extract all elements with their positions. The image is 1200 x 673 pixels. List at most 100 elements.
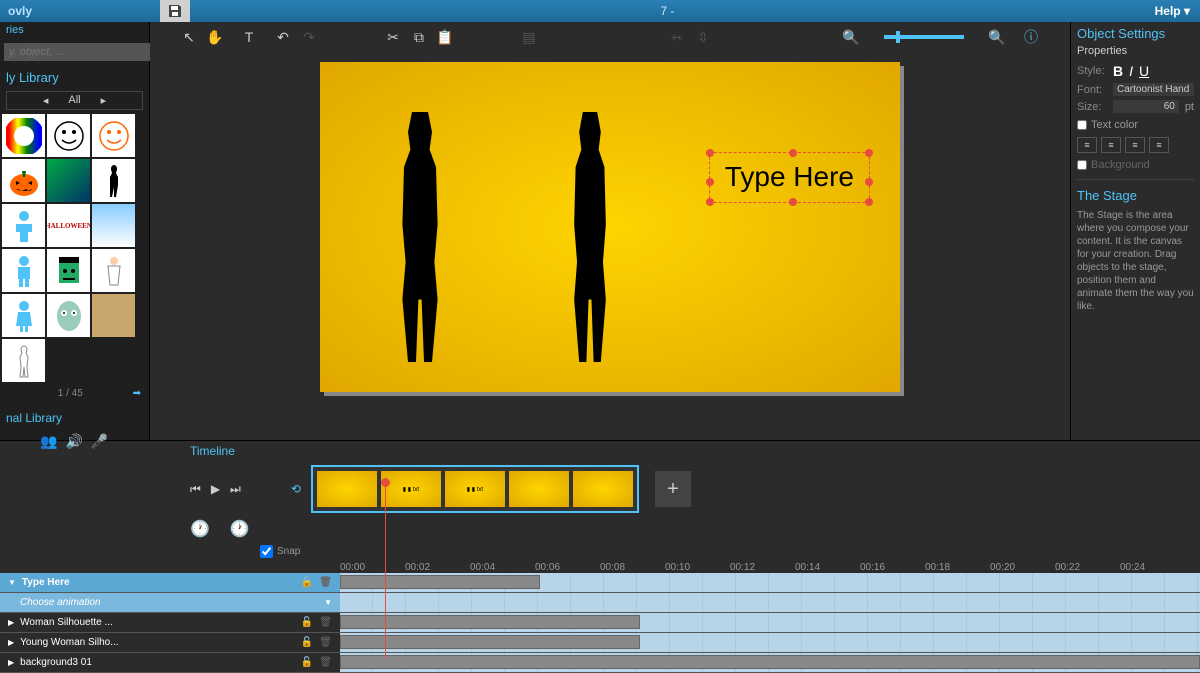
lock-icon[interactable]: 🔓 — [301, 617, 313, 628]
zoom-out-button[interactable]: 🔍 — [842, 28, 860, 46]
hand-tool[interactable]: ✋ — [206, 28, 224, 46]
forward-button[interactable]: ⏭ — [230, 482, 241, 497]
next-page-icon[interactable]: ➡ — [133, 388, 141, 399]
lib-item-zombie[interactable] — [47, 294, 90, 337]
paste-button[interactable]: 📋 — [436, 28, 454, 46]
lib-item-texture[interactable] — [92, 294, 135, 337]
text-object[interactable]: Type Here — [709, 152, 870, 203]
keyframe-strip: ▮ ▮ txt ▮ ▮ txt — [311, 465, 639, 513]
font-select[interactable]: Cartoonist Hand — [1113, 83, 1194, 96]
text-tool[interactable]: T — [240, 28, 258, 46]
background-checkbox[interactable] — [1077, 160, 1087, 170]
rewind-button[interactable]: ⏮ — [190, 482, 201, 497]
lib-item-woman-outline[interactable] — [2, 339, 45, 382]
playhead[interactable] — [385, 478, 386, 658]
woman-silhouette-1[interactable] — [380, 112, 460, 362]
lib-item-person-icon[interactable] — [2, 249, 45, 292]
project-title: 7 - — [190, 4, 1145, 18]
redo-button[interactable]: ↷ — [300, 28, 318, 46]
italic-button[interactable]: I — [1129, 63, 1133, 79]
sidebar-tab[interactable]: ries — [0, 22, 149, 38]
search-input[interactable] — [4, 43, 157, 61]
panel-title: Object Settings — [1077, 26, 1194, 41]
add-keyframe-button[interactable]: + — [655, 471, 691, 507]
delete-icon[interactable]: 🗑 — [319, 577, 332, 588]
personal-library-title[interactable]: nal Library — [0, 403, 149, 429]
lib-item-pumpkin[interactable] — [2, 159, 45, 202]
pointer-tool[interactable]: ↖ — [180, 28, 198, 46]
library-pagination: 1 / 45➡ — [0, 384, 149, 403]
snap-checkbox[interactable] — [260, 545, 273, 558]
topbar: ovly 7 - Help ▾ — [0, 0, 1200, 22]
lib-item-frankenstein[interactable] — [47, 249, 90, 292]
lib-item-colorwheel[interactable] — [2, 114, 45, 157]
mic-icon[interactable]: 🎤 — [91, 433, 108, 450]
save-button[interactable] — [160, 0, 190, 22]
stage-help-title: The Stage — [1077, 188, 1194, 203]
time-ruler[interactable]: 00:0000:0200:04 00:0600:0800:10 00:1200:… — [0, 562, 1200, 573]
cut-button[interactable]: ✂ — [384, 28, 402, 46]
align-button[interactable]: ▤ — [520, 28, 538, 46]
align-right-button[interactable]: ≡ — [1125, 137, 1145, 153]
lib-item-smiley-orange[interactable] — [92, 114, 135, 157]
stage[interactable]: Type Here — [320, 62, 900, 392]
lib-item-girl-icon[interactable] — [2, 294, 45, 337]
bold-button[interactable]: B — [1113, 63, 1123, 79]
app-logo: ovly — [0, 4, 40, 18]
arrange-h-icon[interactable]: ⇿ — [668, 28, 686, 46]
undo-button[interactable]: ↶ — [274, 28, 292, 46]
align-justify-button[interactable]: ≡ — [1149, 137, 1169, 153]
tracks-area: ▼Type Here 🔓 🗑 Choose animation▼ ▶Woman … — [0, 573, 1200, 673]
track-background[interactable]: ▶background3 01 🔓 🗑 — [0, 653, 340, 672]
keyframe-3[interactable]: ▮ ▮ txt — [445, 471, 505, 507]
underline-button[interactable]: U — [1139, 63, 1149, 79]
clock-icon-2: 🕐 — [230, 519, 250, 539]
track-type-here[interactable]: ▼Type Here 🔓 🗑 — [0, 573, 340, 592]
info-icon[interactable]: ⓘ — [1022, 28, 1040, 46]
arrange-v-icon[interactable]: ⇳ — [694, 28, 712, 46]
lib-item-blue-grad[interactable] — [92, 204, 135, 247]
text-color-label: Text color — [1091, 119, 1138, 131]
zoom-in-button[interactable]: 🔍 — [988, 28, 1006, 46]
size-input[interactable]: 60 — [1113, 100, 1179, 113]
woman-silhouette-2[interactable] — [554, 112, 626, 362]
align-center-button[interactable]: ≡ — [1101, 137, 1121, 153]
clock-icon: 🕐 — [190, 519, 210, 539]
lib-item-person-blue[interactable] — [2, 204, 45, 247]
lock-icon[interactable]: 🔓 — [301, 657, 313, 668]
toolbar: ↖ ✋ T ↶ ↷ ✂ ⧉ 📋 ▤ ⇿ ⇳ 🔍 — [150, 22, 1070, 52]
keyframe-5[interactable] — [573, 471, 633, 507]
library-title: ly Library — [0, 66, 149, 89]
lib-item-smiley[interactable] — [47, 114, 90, 157]
loop-button[interactable]: ⟲ — [291, 482, 301, 496]
play-button[interactable]: ▶ — [211, 482, 220, 496]
users-icon[interactable]: 👥 — [40, 433, 57, 450]
lib-item-woman-sil[interactable] — [92, 159, 135, 202]
lib-item-nurse[interactable] — [92, 249, 135, 292]
track-woman-sil[interactable]: ▶Woman Silhouette ... 🔓 🗑 — [0, 613, 340, 632]
sound-icon[interactable]: 🔊 — [65, 433, 82, 450]
zoom-slider[interactable] — [884, 35, 964, 39]
properties-label: Properties — [1077, 45, 1194, 57]
sidebar: ries ✕ 🔍 ly Library ◂All▸ HALLOWEEN — [0, 22, 150, 440]
lock-icon[interactable]: 🔓 — [301, 637, 313, 648]
timeline-title: Timeline — [190, 444, 235, 458]
delete-icon[interactable]: 🗑 — [319, 657, 332, 668]
help-link[interactable]: Help ▾ — [1145, 4, 1200, 18]
text-color-checkbox[interactable] — [1077, 120, 1087, 130]
library-grid: HALLOWEEN — [0, 112, 149, 384]
track-young-woman[interactable]: ▶Young Woman Silho... 🔓 🗑 — [0, 633, 340, 652]
lib-item-gradient[interactable] — [47, 159, 90, 202]
track-choose-animation[interactable]: Choose animation▼ — [0, 593, 340, 612]
canvas-area: ↖ ✋ T ↶ ↷ ✂ ⧉ 📋 ▤ ⇿ ⇳ 🔍 — [150, 22, 1070, 440]
keyframe-4[interactable] — [509, 471, 569, 507]
delete-icon[interactable]: 🗑 — [319, 637, 332, 648]
copy-button[interactable]: ⧉ — [410, 28, 428, 46]
delete-icon[interactable]: 🗑 — [319, 617, 332, 628]
align-left-button[interactable]: ≡ — [1077, 137, 1097, 153]
keyframe-2[interactable]: ▮ ▮ txt — [381, 471, 441, 507]
library-filter[interactable]: ◂All▸ — [6, 91, 143, 110]
lock-icon[interactable]: 🔓 — [301, 577, 313, 588]
lib-item-halloween[interactable]: HALLOWEEN — [47, 204, 90, 247]
keyframe-1[interactable] — [317, 471, 377, 507]
